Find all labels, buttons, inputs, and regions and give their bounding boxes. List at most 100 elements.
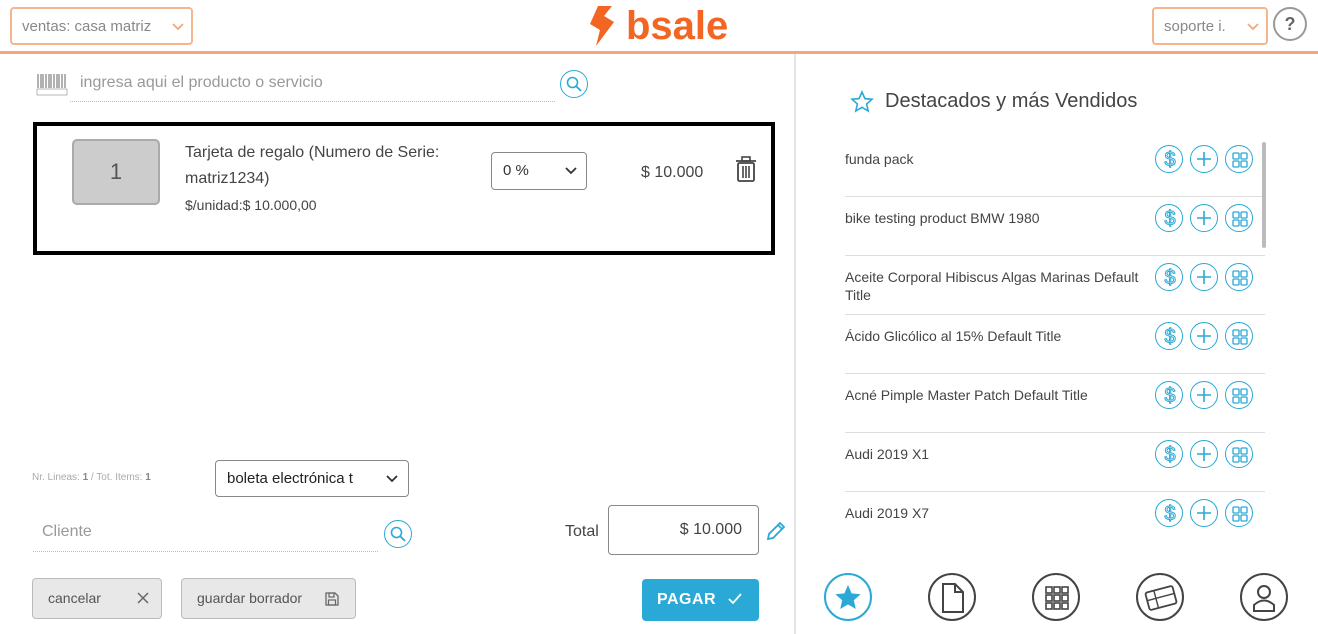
svg-text:$: $ bbox=[1164, 267, 1175, 289]
plus-icon bbox=[1197, 506, 1211, 520]
add-button[interactable] bbox=[1190, 263, 1218, 291]
dollar-icon: $ bbox=[1164, 149, 1176, 172]
variants-button[interactable] bbox=[1225, 499, 1253, 527]
variants-button[interactable] bbox=[1225, 204, 1253, 232]
product-search bbox=[70, 66, 555, 102]
sale-line-item: 1 Tarjeta de regalo (Numero de Serie: ma… bbox=[33, 122, 775, 255]
add-button[interactable] bbox=[1190, 145, 1218, 173]
svg-text:$: $ bbox=[1164, 503, 1175, 525]
dollar-icon: $ bbox=[1164, 208, 1176, 231]
client-search-button[interactable] bbox=[384, 520, 412, 548]
nav-favorites-button[interactable] bbox=[824, 573, 872, 621]
quantity-field[interactable]: 1 bbox=[72, 139, 160, 205]
price-button[interactable]: $ bbox=[1155, 204, 1183, 232]
panel-divider bbox=[794, 54, 796, 634]
save-draft-button[interactable]: guardar borrador bbox=[181, 578, 356, 619]
variants-icon bbox=[1232, 329, 1248, 345]
client-input[interactable] bbox=[33, 514, 363, 550]
favorite-item: bike testing product BMW 1980 $ bbox=[845, 197, 1265, 256]
nav-client-button[interactable] bbox=[1240, 573, 1288, 621]
header: ventas: casa matriz bsale soporte i. ? bbox=[0, 0, 1318, 54]
variants-icon bbox=[1232, 506, 1248, 522]
client-field bbox=[33, 514, 378, 552]
plus-icon bbox=[1197, 329, 1211, 343]
price-button[interactable]: $ bbox=[1155, 145, 1183, 173]
favorite-item: Ácido Glicólico al 15% Default Title $ bbox=[845, 315, 1265, 374]
discount-value: 0 % bbox=[503, 162, 529, 179]
dollar-icon: $ bbox=[1164, 326, 1176, 349]
add-button[interactable] bbox=[1190, 440, 1218, 468]
barcode-icon bbox=[36, 74, 68, 96]
favorite-item: Acné Pimple Master Patch Default Title $ bbox=[845, 374, 1265, 433]
pencil-icon[interactable] bbox=[765, 520, 787, 542]
variants-icon bbox=[1232, 270, 1248, 286]
check-icon bbox=[728, 593, 742, 605]
search-icon bbox=[390, 526, 406, 542]
variants-button[interactable] bbox=[1225, 145, 1253, 173]
svg-text:$: $ bbox=[1164, 444, 1175, 466]
favorite-item-name[interactable]: Aceite Corporal Hibiscus Algas Marinas D… bbox=[845, 268, 1145, 304]
variants-button[interactable] bbox=[1225, 440, 1253, 468]
dollar-icon: $ bbox=[1164, 385, 1176, 408]
favorite-item: Audi 2019 X7 $ bbox=[845, 492, 1265, 538]
favorite-item-name[interactable]: Acné Pimple Master Patch Default Title bbox=[845, 386, 1145, 404]
brand-name: bsale bbox=[626, 4, 729, 48]
item-unit-price: $/unidad:$ 10.000,00 bbox=[185, 197, 317, 213]
branch-select[interactable]: ventas: casa matriz bbox=[10, 7, 193, 45]
chevron-down-icon bbox=[1247, 23, 1259, 31]
save-draft-label: guardar borrador bbox=[197, 590, 303, 606]
favorite-item-name[interactable]: bike testing product BMW 1980 bbox=[845, 209, 1145, 227]
document-type-select[interactable]: boleta electrónica t bbox=[215, 460, 409, 497]
grid-icon bbox=[1045, 586, 1069, 610]
star-icon bbox=[850, 90, 874, 113]
price-button[interactable]: $ bbox=[1155, 499, 1183, 527]
pay-button[interactable]: PAGAR bbox=[642, 579, 759, 621]
favorite-item-name[interactable]: funda pack bbox=[845, 150, 1145, 168]
document-icon bbox=[942, 583, 964, 613]
add-button[interactable] bbox=[1190, 204, 1218, 232]
plus-icon bbox=[1197, 388, 1211, 402]
add-button[interactable] bbox=[1190, 322, 1218, 350]
svg-text:$: $ bbox=[1164, 149, 1175, 171]
favorites-scrollbar[interactable] bbox=[1262, 142, 1266, 248]
help-button[interactable]: ? bbox=[1273, 7, 1307, 41]
cancel-button[interactable]: cancelar bbox=[32, 578, 162, 619]
product-search-input[interactable] bbox=[70, 66, 540, 100]
line-counts: Nr. Lineas: 1 / Tot. Items: 1 bbox=[32, 472, 151, 483]
favorite-item-name[interactable]: Ácido Glicólico al 15% Default Title bbox=[845, 327, 1145, 345]
price-button[interactable]: $ bbox=[1155, 322, 1183, 350]
variants-button[interactable] bbox=[1225, 381, 1253, 409]
price-button[interactable]: $ bbox=[1155, 440, 1183, 468]
variants-button[interactable] bbox=[1225, 322, 1253, 350]
price-button[interactable]: $ bbox=[1155, 381, 1183, 409]
search-icon bbox=[566, 76, 582, 92]
plus-icon bbox=[1197, 447, 1211, 461]
nav-catalog-button[interactable] bbox=[1032, 573, 1080, 621]
favorite-item-name[interactable]: Audi 2019 X7 bbox=[845, 504, 1145, 522]
product-search-button[interactable] bbox=[560, 70, 588, 98]
variants-icon bbox=[1232, 152, 1248, 168]
lines-label: Nr. Lineas: bbox=[32, 472, 83, 483]
close-icon bbox=[137, 592, 149, 604]
variants-icon bbox=[1232, 211, 1248, 227]
svg-text:$: $ bbox=[1164, 326, 1175, 348]
cancel-label: cancelar bbox=[48, 590, 101, 606]
pay-label: PAGAR bbox=[657, 591, 717, 608]
user-select[interactable]: soporte i. bbox=[1152, 7, 1268, 45]
nav-gift-cards-button[interactable] bbox=[1136, 573, 1184, 621]
save-icon bbox=[325, 592, 339, 606]
trash-icon[interactable] bbox=[735, 156, 757, 182]
svg-text:$: $ bbox=[1164, 208, 1175, 230]
user-icon bbox=[1253, 585, 1275, 612]
svg-text:$: $ bbox=[1164, 385, 1175, 407]
branch-select-value: ventas: casa matriz bbox=[22, 18, 152, 35]
discount-select[interactable]: 0 % bbox=[491, 152, 587, 190]
nav-documents-button[interactable] bbox=[928, 573, 976, 621]
dollar-icon: $ bbox=[1164, 267, 1176, 290]
favorite-item-name[interactable]: Audi 2019 X1 bbox=[845, 445, 1145, 463]
variants-button[interactable] bbox=[1225, 263, 1253, 291]
price-button[interactable]: $ bbox=[1155, 263, 1183, 291]
add-button[interactable] bbox=[1190, 381, 1218, 409]
gift-card-icon bbox=[1144, 585, 1178, 611]
add-button[interactable] bbox=[1190, 499, 1218, 527]
